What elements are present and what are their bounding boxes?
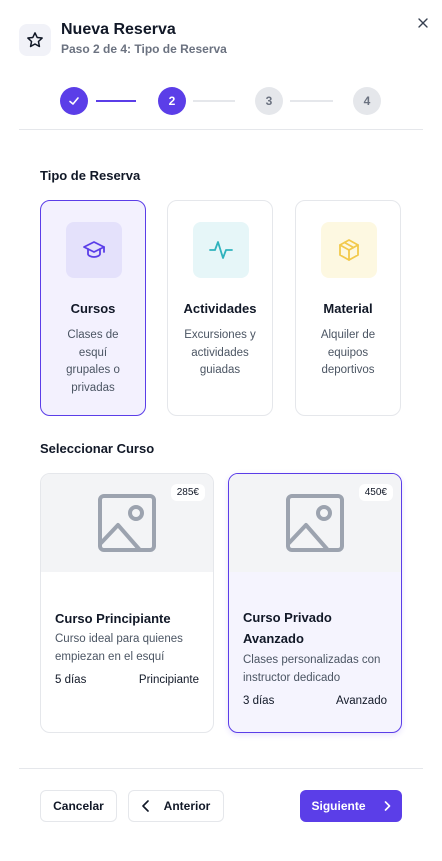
booking-modal: Nueva Reserva Paso 2 de 4: Tipo de Reser… xyxy=(0,0,442,861)
course-section-title: Seleccionar Curso xyxy=(40,441,155,456)
type-section-title: Tipo de Reserva xyxy=(40,168,141,183)
course-duration: 3 días xyxy=(243,695,275,707)
step-connector-2 xyxy=(193,100,235,102)
previous-button-label: Anterior xyxy=(163,799,211,813)
chevron-left-icon xyxy=(141,800,149,812)
step-connector-1 xyxy=(96,100,136,102)
course-duration: 5 días xyxy=(55,674,87,686)
close-button[interactable] xyxy=(414,14,432,32)
step-4: 4 xyxy=(353,87,381,115)
type-card-title: Material xyxy=(323,301,373,316)
course-title: Curso Privado Avanzado xyxy=(243,610,332,646)
type-card-cursos[interactable]: Cursos Clases de esquí grupales o privad… xyxy=(40,200,146,416)
image-placeholder-icon xyxy=(98,494,156,552)
course-description: Curso ideal para quienes empiezan en el … xyxy=(55,633,183,663)
course-card-privado-avanzado[interactable]: 450€ Curso Privado Avanzado Clases perso… xyxy=(228,473,402,733)
course-level: Avanzado xyxy=(336,695,387,707)
close-icon xyxy=(418,18,428,28)
step-2: 2 xyxy=(158,87,186,115)
modal-title: Nueva Reserva xyxy=(61,21,176,38)
step-connector-3 xyxy=(290,100,333,102)
type-card-material[interactable]: Material Alquiler de equipos deportivos xyxy=(295,200,401,416)
course-card-principiante[interactable]: 285€ Curso Principiante Curso ideal para… xyxy=(40,473,214,733)
chevron-right-icon xyxy=(384,801,390,811)
course-level: Principiante xyxy=(138,674,199,686)
price-badge: 285€ xyxy=(170,484,205,501)
cancel-button[interactable]: Cancelar xyxy=(40,790,117,822)
image-placeholder-icon xyxy=(286,494,344,552)
step-3: 3 xyxy=(255,87,283,115)
price-badge: 450€ xyxy=(358,484,393,501)
type-card-title: Actividades xyxy=(183,301,257,316)
header-divider xyxy=(19,129,423,130)
previous-button[interactable]: Anterior xyxy=(128,790,224,822)
package-icon xyxy=(321,222,377,278)
next-button[interactable]: Siguiente xyxy=(300,790,402,822)
course-title: Curso Principiante xyxy=(55,611,171,626)
star-icon xyxy=(19,24,51,56)
course-image-placeholder: 285€ xyxy=(41,474,213,572)
footer-divider xyxy=(19,768,423,769)
type-card-description: Alquiler de equipos deportivos xyxy=(320,329,376,376)
type-card-actividades[interactable]: Actividades Excursiones y actividades gu… xyxy=(167,200,273,416)
type-card-title: Cursos xyxy=(70,301,116,316)
graduation-cap-icon xyxy=(66,222,122,278)
step-1 xyxy=(60,87,88,115)
type-card-description: Clases de esquí grupales o privadas xyxy=(66,329,120,394)
cancel-button-label: Cancelar xyxy=(53,799,104,813)
progress-stepper: 2 3 4 xyxy=(0,86,442,116)
activity-icon xyxy=(193,222,249,278)
modal-header: Nueva Reserva Paso 2 de 4: Tipo de Reser… xyxy=(0,0,442,80)
type-card-description: Excursiones y actividades guiadas xyxy=(184,329,256,376)
modal-subtitle: Paso 2 de 4: Tipo de Reserva xyxy=(61,42,227,56)
check-icon xyxy=(69,97,79,105)
course-image-placeholder: 450€ xyxy=(229,474,401,572)
course-description: Clases personalizadas con instructor ded… xyxy=(243,654,381,684)
next-button-label: Siguiente xyxy=(311,799,366,813)
